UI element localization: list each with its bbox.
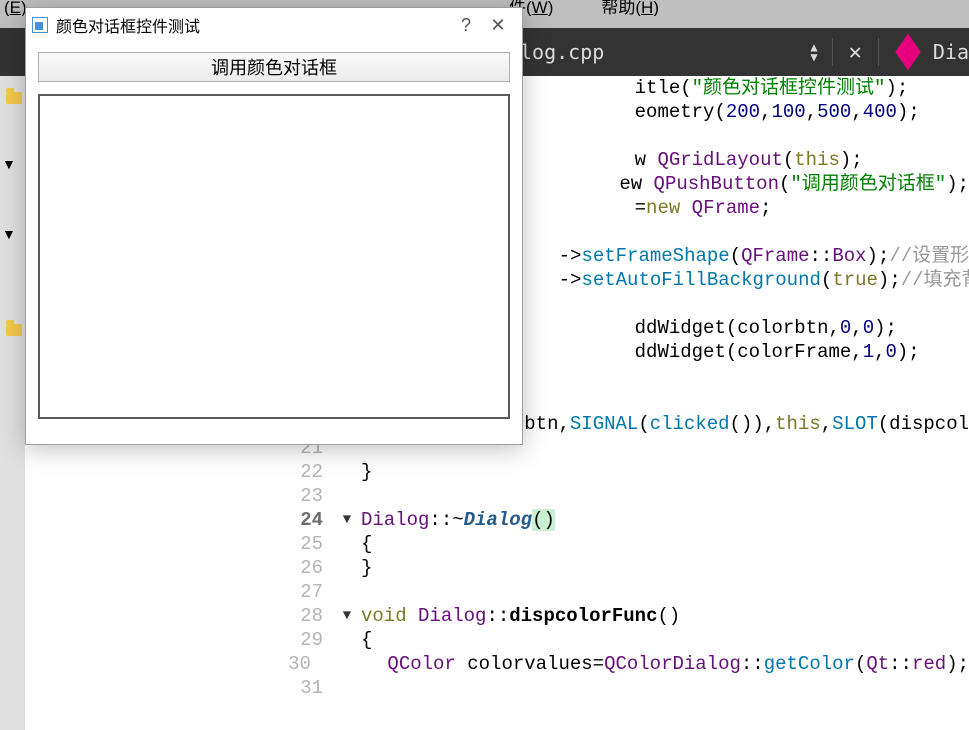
code-text[interactable]: { — [361, 628, 969, 652]
dialog-titlebar[interactable]: 颜色对话框控件测试 ? ✕ — [26, 8, 522, 42]
code-line[interactable]: 25 { — [275, 532, 969, 556]
close-icon[interactable]: ✕ — [482, 15, 514, 36]
line-number: 27 — [275, 580, 333, 604]
code-line[interactable]: 27 — [275, 580, 969, 604]
code-text[interactable]: void Dialog::dispcolorFunc() — [361, 604, 969, 628]
line-number: 22 — [275, 460, 333, 484]
fold-toggle — [333, 556, 361, 580]
line-number: 25 — [275, 532, 333, 556]
code-text[interactable] — [361, 676, 969, 700]
code-line[interactable]: 30 QColor colorvalues=QColorDialog::getC… — [275, 652, 969, 676]
line-number: 28 — [275, 604, 333, 628]
folder-icon[interactable] — [6, 324, 22, 336]
tab-filename[interactable]: log.cpp — [520, 40, 604, 64]
line-number: 24 — [275, 508, 333, 532]
code-text[interactable]: } — [361, 460, 969, 484]
line-number: 29 — [275, 628, 333, 652]
call-color-dialog-button[interactable]: 调用颜色对话框 — [38, 52, 510, 82]
chevron-down-icon[interactable]: ▼ — [2, 156, 16, 172]
code-text[interactable] — [361, 484, 969, 508]
color-frame — [38, 94, 510, 419]
divider — [878, 38, 879, 66]
code-text[interactable]: } — [361, 556, 969, 580]
code-line[interactable]: 24▼Dialog::~Dialog() — [275, 508, 969, 532]
app-icon — [32, 17, 48, 33]
dialog-title: 颜色对话框控件测试 — [56, 13, 450, 37]
code-line[interactable]: 23 — [275, 484, 969, 508]
code-text[interactable]: Dialog::~Dialog() — [361, 508, 969, 532]
code-line[interactable]: 22} — [275, 460, 969, 484]
chevron-down-icon[interactable]: ▼ — [2, 226, 16, 242]
fold-toggle — [333, 532, 361, 556]
dialog-body: 调用颜色对话框 — [26, 42, 522, 433]
folder-icon[interactable] — [6, 92, 22, 104]
code-text[interactable] — [361, 580, 969, 604]
tab-dia-label[interactable]: Dia — [933, 40, 969, 64]
tab-nav-updown[interactable]: ▲▼ — [810, 42, 817, 62]
fold-toggle — [333, 484, 361, 508]
menu-item-help[interactable]: 帮助(H) — [601, 0, 659, 16]
menu-item-edit[interactable]: (E) — [4, 0, 27, 16]
code-text[interactable]: QColor colorvalues=QColorDialog::getColo… — [342, 652, 969, 676]
fold-toggle — [333, 628, 361, 652]
fold-toggle — [333, 460, 361, 484]
line-number: 30 — [275, 652, 321, 676]
diamond-icon — [895, 34, 921, 71]
line-number: 26 — [275, 556, 333, 580]
test-dialog-window: 颜色对话框控件测试 ? ✕ 调用颜色对话框 — [25, 7, 523, 445]
code-text[interactable]: { — [361, 532, 969, 556]
code-line[interactable]: 28▼void Dialog::dispcolorFunc() — [275, 604, 969, 628]
line-number: 31 — [275, 676, 333, 700]
fold-toggle — [333, 580, 361, 604]
line-number: 23 — [275, 484, 333, 508]
fold-toggle — [333, 676, 361, 700]
help-icon[interactable]: ? — [450, 15, 482, 36]
divider — [832, 38, 833, 66]
fold-toggle[interactable]: ▼ — [333, 508, 361, 532]
close-icon[interactable]: ✕ — [849, 40, 862, 65]
code-line[interactable]: 29 { — [275, 628, 969, 652]
project-sidebar[interactable]: ▼ ▼ — [0, 76, 25, 730]
fold-toggle[interactable]: ▼ — [333, 604, 361, 628]
fold-toggle — [321, 652, 342, 676]
code-line[interactable]: 31 — [275, 676, 969, 700]
code-line[interactable]: 26} — [275, 556, 969, 580]
